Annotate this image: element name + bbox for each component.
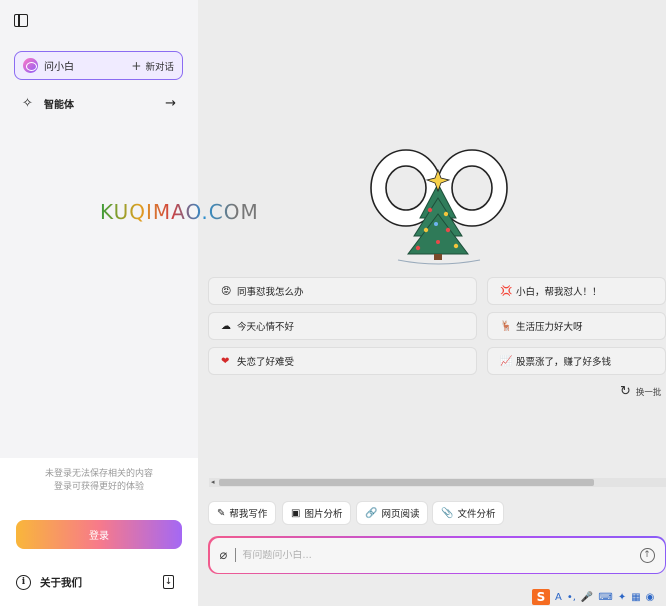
chat-input-box: ⌀ ↑ xyxy=(208,536,666,574)
ime-avatar-icon[interactable]: ◉ xyxy=(646,592,655,603)
suggestion-chip[interactable]: 📈 股票涨了，赚了好多钱 xyxy=(487,347,666,375)
attach-icon[interactable]: ⌀ xyxy=(220,548,228,563)
login-hint-line2: 登录可获得更好的体验 xyxy=(53,482,144,492)
paperclip-icon: 📎 xyxy=(441,507,454,519)
suggestion-chip[interactable]: 🦌 生活压力好大呀 xyxy=(487,312,666,340)
tool-file-analysis-button[interactable]: 📎 文件分析 xyxy=(432,501,505,525)
login-hint-line1: 未登录无法保存相关的内容 xyxy=(44,469,153,479)
tool-image-analysis-button[interactable]: ▣ 图片分析 xyxy=(282,501,352,525)
scroll-left-icon[interactable]: ◂ xyxy=(211,478,215,486)
ime-mode-icon[interactable]: A xyxy=(555,592,562,603)
tool-label: 帮我写作 xyxy=(229,509,268,520)
suggestion-label: 小白，帮我怼人！！ xyxy=(516,287,602,298)
image-icon: ▣ xyxy=(291,507,301,519)
about-us-label: 关于我们 xyxy=(40,576,82,589)
info-icon: i xyxy=(16,574,31,590)
suggestion-label: 今天心情不好 xyxy=(237,322,295,333)
sidebar-item-label: 智能体 xyxy=(44,99,74,111)
keyboard-icon[interactable]: ⌨ xyxy=(598,592,612,603)
sidebar-item-agents[interactable]: ✧ 智能体 → xyxy=(22,94,176,112)
heart-icon: ❤ xyxy=(221,355,230,367)
ime-toolbar: S A •, 🎤 ⌨ ✦ ▦ ◉ xyxy=(530,588,666,606)
sparkle-icon: ✧ xyxy=(22,95,33,111)
sogou-ime-icon[interactable]: S xyxy=(532,589,550,605)
refresh-icon: ↻ xyxy=(620,384,631,399)
skin-icon[interactable]: ✦ xyxy=(618,592,626,603)
app-logo-icon xyxy=(23,58,38,73)
watermark-text: KUQIMAO.COM xyxy=(100,200,259,224)
new-chat-button[interactable]: + 新对话 xyxy=(131,59,174,73)
ime-punct-icon[interactable]: •, xyxy=(567,592,576,603)
watermark: KUQIMAO.COM xyxy=(100,200,259,224)
suggestion-label: 生活压力好大呀 xyxy=(516,322,583,333)
sidebar-item-chat[interactable]: 问小白 + 新对话 xyxy=(14,51,183,80)
send-icon[interactable]: ↑ xyxy=(639,547,655,563)
download-icon[interactable]: ↓ xyxy=(163,575,174,589)
new-chat-label: 新对话 xyxy=(145,61,174,73)
sidebar: 问小白 + 新对话 ✧ 智能体 → 未登录无法保存相关的内容 登录可获得更好的体… xyxy=(0,0,198,606)
suggestion-label: 同事怼我怎么办 xyxy=(237,287,304,298)
login-hint: 未登录无法保存相关的内容 登录可获得更好的体验 xyxy=(0,468,198,494)
link-icon: 🔗 xyxy=(365,507,378,519)
login-button[interactable]: 登录 xyxy=(16,520,182,549)
tool-label: 图片分析 xyxy=(304,509,343,520)
suggestion-chip[interactable]: ☁ 今天心情不好 xyxy=(208,312,477,340)
suggestion-chip[interactable]: 😡 同事怼我怎么办 xyxy=(208,277,477,305)
divider xyxy=(235,548,237,562)
sidebar-footer: 未登录无法保存相关的内容 登录可获得更好的体验 登录 i 关于我们 ↓ xyxy=(0,458,198,606)
suggestion-label: 股票涨了，赚了好多钱 xyxy=(516,357,612,368)
anger-symbol-icon: 💢 xyxy=(500,285,513,297)
arrow-right-icon: → xyxy=(165,95,176,111)
deer-icon: 🦌 xyxy=(500,320,513,332)
sidebar-item-label: 问小白 xyxy=(44,62,74,73)
tool-label: 网页阅读 xyxy=(381,509,420,520)
chart-up-icon: 📈 xyxy=(500,355,513,367)
ask-input[interactable] xyxy=(242,549,640,561)
about-us-link[interactable]: i 关于我们 ↓ xyxy=(16,573,174,591)
plus-icon: + xyxy=(131,58,142,73)
refresh-label: 换一批 xyxy=(635,387,662,398)
sidebar-toggle-icon[interactable] xyxy=(14,14,28,27)
tool-web-reading-button[interactable]: 🔗 网页阅读 xyxy=(356,501,429,525)
tool-label: 文件分析 xyxy=(457,509,496,520)
hero-logo-tree-illustration xyxy=(370,149,508,265)
microphone-icon[interactable]: 🎤 xyxy=(581,592,593,603)
tool-writing-button[interactable]: ✎ 帮我写作 xyxy=(208,501,277,525)
apps-grid-icon[interactable]: ▦ xyxy=(631,592,640,603)
suggestion-label: 失恋了好难受 xyxy=(237,357,295,368)
pencil-icon: ✎ xyxy=(217,507,226,519)
scrollbar-thumb[interactable] xyxy=(219,479,594,486)
cloud-icon: ☁ xyxy=(221,320,231,332)
suggestion-chip[interactable]: ❤ 失恋了好难受 xyxy=(208,347,477,375)
suggestion-chip[interactable]: 💢 小白，帮我怼人！！ xyxy=(487,277,666,305)
angry-face-icon: 😡 xyxy=(221,285,232,297)
refresh-suggestions-button[interactable]: ↻ 换一批 xyxy=(620,384,661,399)
horizontal-scrollbar[interactable]: ◂ xyxy=(209,478,666,487)
